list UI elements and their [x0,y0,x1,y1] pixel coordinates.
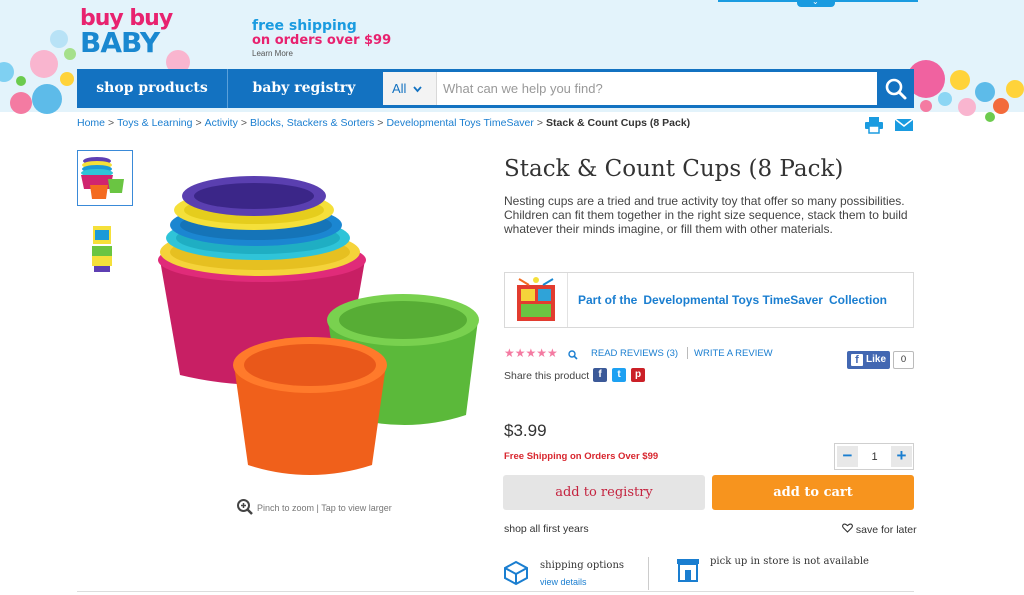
write-review-link[interactable]: WRITE A REVIEW [694,348,773,359]
rating-stars[interactable]: ★★★★★ [504,346,558,360]
promo-line2: on orders over $99 [252,33,392,48]
decor-dot [32,84,62,114]
print-icon[interactable] [864,116,884,139]
chevron-down-icon: ⌄ [812,0,819,6]
decor-dot [975,82,995,102]
pickup-unavailable-note: pick up in store is not available [710,556,869,567]
product-description: Nesting cups are a tried and true activi… [504,194,908,236]
heart-icon [842,523,853,533]
learn-more-link[interactable]: Learn More [252,49,391,58]
decor-dot [50,30,68,48]
decor-dot [985,112,995,122]
logo-text-bottom: BABY [80,26,160,59]
collection-image [509,275,563,325]
collection-name: Developmental Toys TimeSaver [643,293,823,307]
decor-dot [10,92,32,114]
product-thumbnail[interactable] [77,150,133,206]
promo-line1: free shipping [252,18,357,34]
search-bar: All [383,72,877,105]
decor-dot [958,98,976,116]
product-title: Stack & Count Cups (8 Pack) [504,156,844,182]
pinterest-share-icon[interactable]: p [631,368,645,382]
search-category-label: All [392,81,407,96]
breadcrumb-current: Stack & Count Cups (8 Pack) [546,117,691,129]
decor-dot [938,92,952,106]
review-search-icon[interactable] [568,347,578,365]
collection-divider [567,273,568,327]
add-to-registry-button[interactable]: add to registry [503,475,705,510]
decor-dot [1006,80,1024,98]
save-for-later-label: save for later [855,524,917,536]
breadcrumb-link[interactable]: Activity [205,117,238,129]
zoom-text: Pinch to zoom | Tap to view larger [257,503,392,513]
quantity-increase-button[interactable]: + [891,446,912,467]
quantity-decrease-button[interactable]: − [837,446,858,467]
search-button[interactable] [880,72,912,105]
save-for-later-link[interactable]: save for later [842,523,917,536]
quantity-stepper: − + [834,443,914,470]
view-details-link[interactable]: view details [540,577,587,587]
free-shipping-note: Free Shipping on Orders Over $99 [504,451,659,462]
facebook-share-icon[interactable]: f [593,368,607,382]
breadcrumb-link[interactable]: Blocks, Stackers & Sorters [250,117,374,129]
zoom-hint[interactable]: Pinch to zoom | Tap to view larger [236,498,392,518]
shipping-options-label: shipping options [540,560,625,571]
options-divider [648,557,649,590]
quantity-input[interactable] [860,446,889,467]
section-divider [77,591,914,592]
breadcrumb-link[interactable]: Toys & Learning [117,117,192,129]
shop-products-button[interactable]: shop products [77,69,227,108]
add-to-cart-button[interactable]: add to cart [712,475,914,510]
breadcrumb-link[interactable]: Home [77,117,105,129]
product-main-image[interactable] [150,160,490,490]
facebook-icon: f [851,354,863,366]
email-icon[interactable] [894,118,914,137]
shop-brand-link[interactable]: shop all first years [504,523,589,535]
decor-dot [920,100,932,112]
search-input[interactable] [443,72,873,105]
zoom-icon [237,499,253,515]
search-category-select[interactable]: All [383,72,437,105]
facebook-like-button[interactable]: f Like [847,351,890,369]
collection-prefix: Part of the [578,293,638,307]
decor-dot [950,70,970,90]
share-label: Share this product [504,370,590,382]
product-thumbnail[interactable] [77,222,133,278]
product-price: $3.99 [504,421,547,440]
baby-registry-button[interactable]: baby registry [228,69,380,108]
decor-dot [60,72,74,86]
store-icon [676,557,700,588]
breadcrumb-link[interactable]: Developmental Toys TimeSaver [386,117,533,129]
chevron-down-icon [413,86,422,93]
site-logo[interactable]: buy buy BABY [80,8,173,59]
collection-text[interactable]: Part of the Developmental Toys TimeSaver C… [578,293,893,307]
decor-dot [16,76,26,86]
top-dropdown-tab[interactable]: ⌄ [797,0,835,7]
reviews-divider [687,347,688,359]
facebook-like-count: 0 [893,351,914,369]
fb-like-label: Like [866,354,887,365]
twitter-share-icon[interactable]: t [612,368,626,382]
collection-banner[interactable]: Part of the Developmental Toys TimeSaver C… [504,272,914,328]
decor-dot [64,48,76,60]
search-icon [885,78,907,100]
main-nav: shop products baby registry All [77,69,914,108]
decor-dot [30,50,58,78]
breadcrumb: Home > Toys & Learning > Activity > Blocks, St… [77,117,691,129]
free-shipping-promo[interactable]: free shipping on orders over $99 Learn M… [252,18,391,58]
decor-dot [993,98,1009,114]
collection-suffix: Collection [828,293,887,307]
shipping-box-icon [502,558,530,591]
read-reviews-link[interactable]: READ REVIEWS (3) [591,348,678,359]
